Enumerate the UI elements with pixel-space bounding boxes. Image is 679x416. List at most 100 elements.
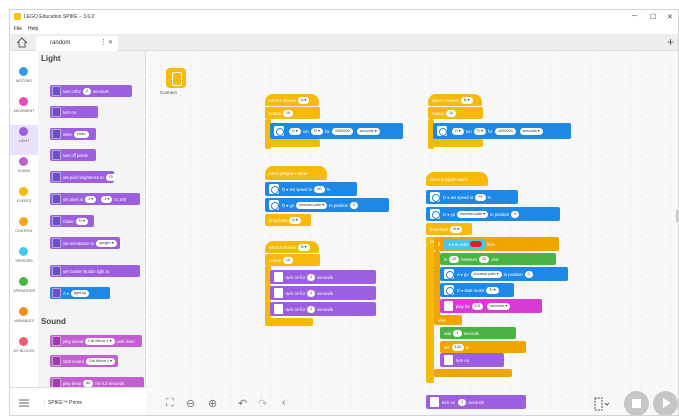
when-program-starts-hat-2[interactable]: when program starts: [426, 172, 488, 186]
collapse-icon[interactable]: ‹: [282, 397, 286, 409]
zoom-in-icon[interactable]: ⊕: [208, 397, 217, 410]
category-events[interactable]: EVENTS: [10, 185, 38, 215]
if-block[interactable]: if A ▾ is color then: [434, 237, 559, 251]
palette-sound-block[interactable]: play sound Cat Meow 1 ▾ until done: [50, 335, 142, 347]
palette-light-block[interactable]: turn off pixels: [50, 149, 96, 161]
broadcast-block-2[interactable]: broadcast B ▾: [426, 223, 472, 235]
set-speed-block[interactable]: D ▾ set speed to 50%: [265, 182, 357, 196]
palette-sound-block[interactable]: play beep 60 for 0.2 seconds: [50, 377, 144, 387]
tab-close-icon[interactable]: ✕: [108, 39, 113, 46]
message-dropdown[interactable]: B ▾: [461, 96, 473, 104]
block-param[interactable]: light up: [70, 289, 90, 297]
category-motors[interactable]: MOTORS: [10, 65, 38, 95]
block-param[interactable]: 1 ▾: [85, 195, 97, 203]
turn-on-for-block[interactable]: turn on for 1 seconds: [270, 302, 376, 316]
go-to-position-block-2[interactable]: D ▾ go shortest path ▾ to position 0: [426, 207, 560, 221]
coding-canvas[interactable]: Connect when I receive A ▾ repeat 10 D ▾ ru…: [146, 51, 678, 415]
when-i-receive-hat-3[interactable]: when I receive B ▾: [428, 94, 482, 106]
add-tab-button[interactable]: +: [667, 35, 674, 49]
position-input[interactable]: 0: [511, 210, 520, 218]
port-dropdown[interactable]: D ▾: [452, 127, 464, 135]
repeat-block-2[interactable]: repeat 10: [265, 254, 320, 266]
direction-dropdown[interactable]: ↻ ▾: [486, 286, 499, 294]
category-control[interactable]: CONTROL: [10, 215, 38, 245]
motor-run-for-block[interactable]: D ▾ run ↻ ▾ for 1000000 seconds ▾: [270, 123, 403, 139]
unit-dropdown[interactable]: seconds ▾: [519, 127, 543, 135]
sensor-port[interactable]: A ▾: [448, 242, 454, 247]
message-dropdown[interactable]: A ▾: [298, 96, 310, 104]
minimize-button[interactable]: ─: [632, 13, 637, 20]
wait-block[interactable]: wait 1 seconds: [440, 327, 516, 339]
port-dropdown[interactable]: D ▾: [289, 127, 301, 135]
run-button[interactable]: [653, 391, 678, 415]
stop-button[interactable]: [624, 391, 649, 415]
turn-on-for-block[interactable]: turn on for 1 seconds: [270, 286, 376, 300]
block-param[interactable]: 2: [82, 87, 92, 95]
block-param[interactable]: upright ▾: [95, 239, 117, 247]
message-dropdown[interactable]: B ▾: [298, 243, 310, 251]
go-to-position-block[interactable]: D ▾ go shortest path ▾ to position 0: [265, 198, 389, 212]
path-dropdown[interactable]: shortest path ▾: [470, 270, 502, 278]
palette-light-block[interactable]: A ▾ light up: [50, 287, 110, 299]
hub-menu-icon[interactable]: ⋮: [42, 400, 47, 406]
var-value[interactable]: 100: [451, 343, 464, 351]
duration-input[interactable]: 2: [458, 398, 467, 406]
set-speed-block-2[interactable]: D ▾ set speed to 75%: [426, 190, 518, 204]
category-sensors[interactable]: SENSORS: [10, 245, 38, 275]
wait-input[interactable]: 1: [453, 329, 462, 337]
unit-dropdown[interactable]: seconds ▾: [487, 302, 511, 310]
repeat-count[interactable]: 10: [282, 256, 294, 264]
category-operators[interactable]: OPERATORS: [10, 275, 38, 305]
category-movement[interactable]: MOVEMENT: [10, 95, 38, 125]
palette-light-block[interactable]: set Center Button light to: [50, 265, 140, 277]
direction-dropdown[interactable]: ↻ ▾: [473, 127, 486, 135]
when-i-receive-hat-2[interactable]: when I receive B ▾: [265, 241, 319, 253]
menu-file[interactable]: File: [14, 26, 22, 32]
repeat-count[interactable]: 10: [282, 109, 294, 117]
palette-light-block[interactable]: set orientation to upright ▾: [50, 237, 120, 249]
block-param[interactable]: Hello: [73, 130, 89, 138]
path-dropdown[interactable]: shortest path ▾: [457, 210, 489, 218]
when-i-receive-hat[interactable]: when I receive A ▾: [265, 94, 319, 106]
category-light[interactable]: LIGHT: [10, 125, 38, 155]
repeat-block[interactable]: repeat 10: [265, 107, 320, 119]
block-param[interactable]: Cat Meow 1 ▾: [85, 337, 115, 345]
direction-dropdown[interactable]: ↻ ▾: [310, 127, 323, 135]
lower-bound[interactable]: 10: [449, 255, 460, 263]
hub-icon[interactable]: [594, 397, 610, 411]
redo-icon[interactable]: ↷: [258, 397, 267, 410]
palette-light-block[interactable]: rotate ↻ ▾: [50, 215, 94, 227]
repeat-count[interactable]: 10: [445, 109, 457, 117]
unit-dropdown[interactable]: seconds ▾: [356, 127, 380, 135]
palette-sound-block[interactable]: start sound Cat Meow 1 ▾: [50, 355, 118, 367]
start-motor-block[interactable]: D ▾ start motor ↻ ▾: [440, 283, 514, 297]
block-param[interactable]: 75: [105, 173, 116, 181]
turn-on-for-block[interactable]: turn on for 1 seconds: [270, 270, 376, 284]
block-param[interactable]: 60: [83, 379, 94, 387]
turn-on-for-block[interactable]: turn on 2 seconds: [426, 395, 526, 409]
palette-light-block[interactable]: set pixel at 1 ▾, 1 ▾ to 100: [50, 193, 140, 205]
is-color-sensor[interactable]: A ▾ is color: [444, 238, 486, 250]
extensions-icon[interactable]: [18, 398, 30, 408]
position-input[interactable]: 0: [350, 201, 359, 209]
repeat-block-3[interactable]: repeat 10: [428, 107, 483, 119]
play-beep-block[interactable]: play for 0.5 seconds ▾: [440, 299, 542, 313]
palette-light-block[interactable]: set pixel brightness to 75%: [50, 171, 121, 183]
duration-input[interactable]: 1: [307, 273, 316, 281]
block-param[interactable]: 1 ▾: [101, 195, 113, 203]
tab-menu-icon[interactable]: ⋮: [100, 38, 107, 46]
zoom-out-icon[interactable]: ⊖: [186, 397, 195, 410]
maximize-button[interactable]: ☐: [650, 13, 656, 21]
and-operator[interactable]: is 10 between 25 and: [440, 253, 556, 265]
connect-icon[interactable]: [166, 68, 186, 88]
beep-duration[interactable]: 0.5: [471, 302, 484, 310]
when-program-starts-hat[interactable]: when program starts: [265, 166, 327, 180]
close-button[interactable]: ✕: [667, 13, 673, 21]
tab-random[interactable]: random ⋮ ✕: [36, 36, 118, 51]
position-input[interactable]: 0: [524, 270, 533, 278]
amount-input[interactable]: 1000000: [331, 127, 353, 135]
color-swatch[interactable]: [469, 241, 482, 247]
broadcast-block[interactable]: broadcast A ▾: [265, 214, 311, 226]
speed-input[interactable]: 50: [314, 185, 325, 193]
motor-run-for-block-2[interactable]: D ▾ run ↻ ▾ for 1000000 seconds ▾: [433, 123, 571, 139]
